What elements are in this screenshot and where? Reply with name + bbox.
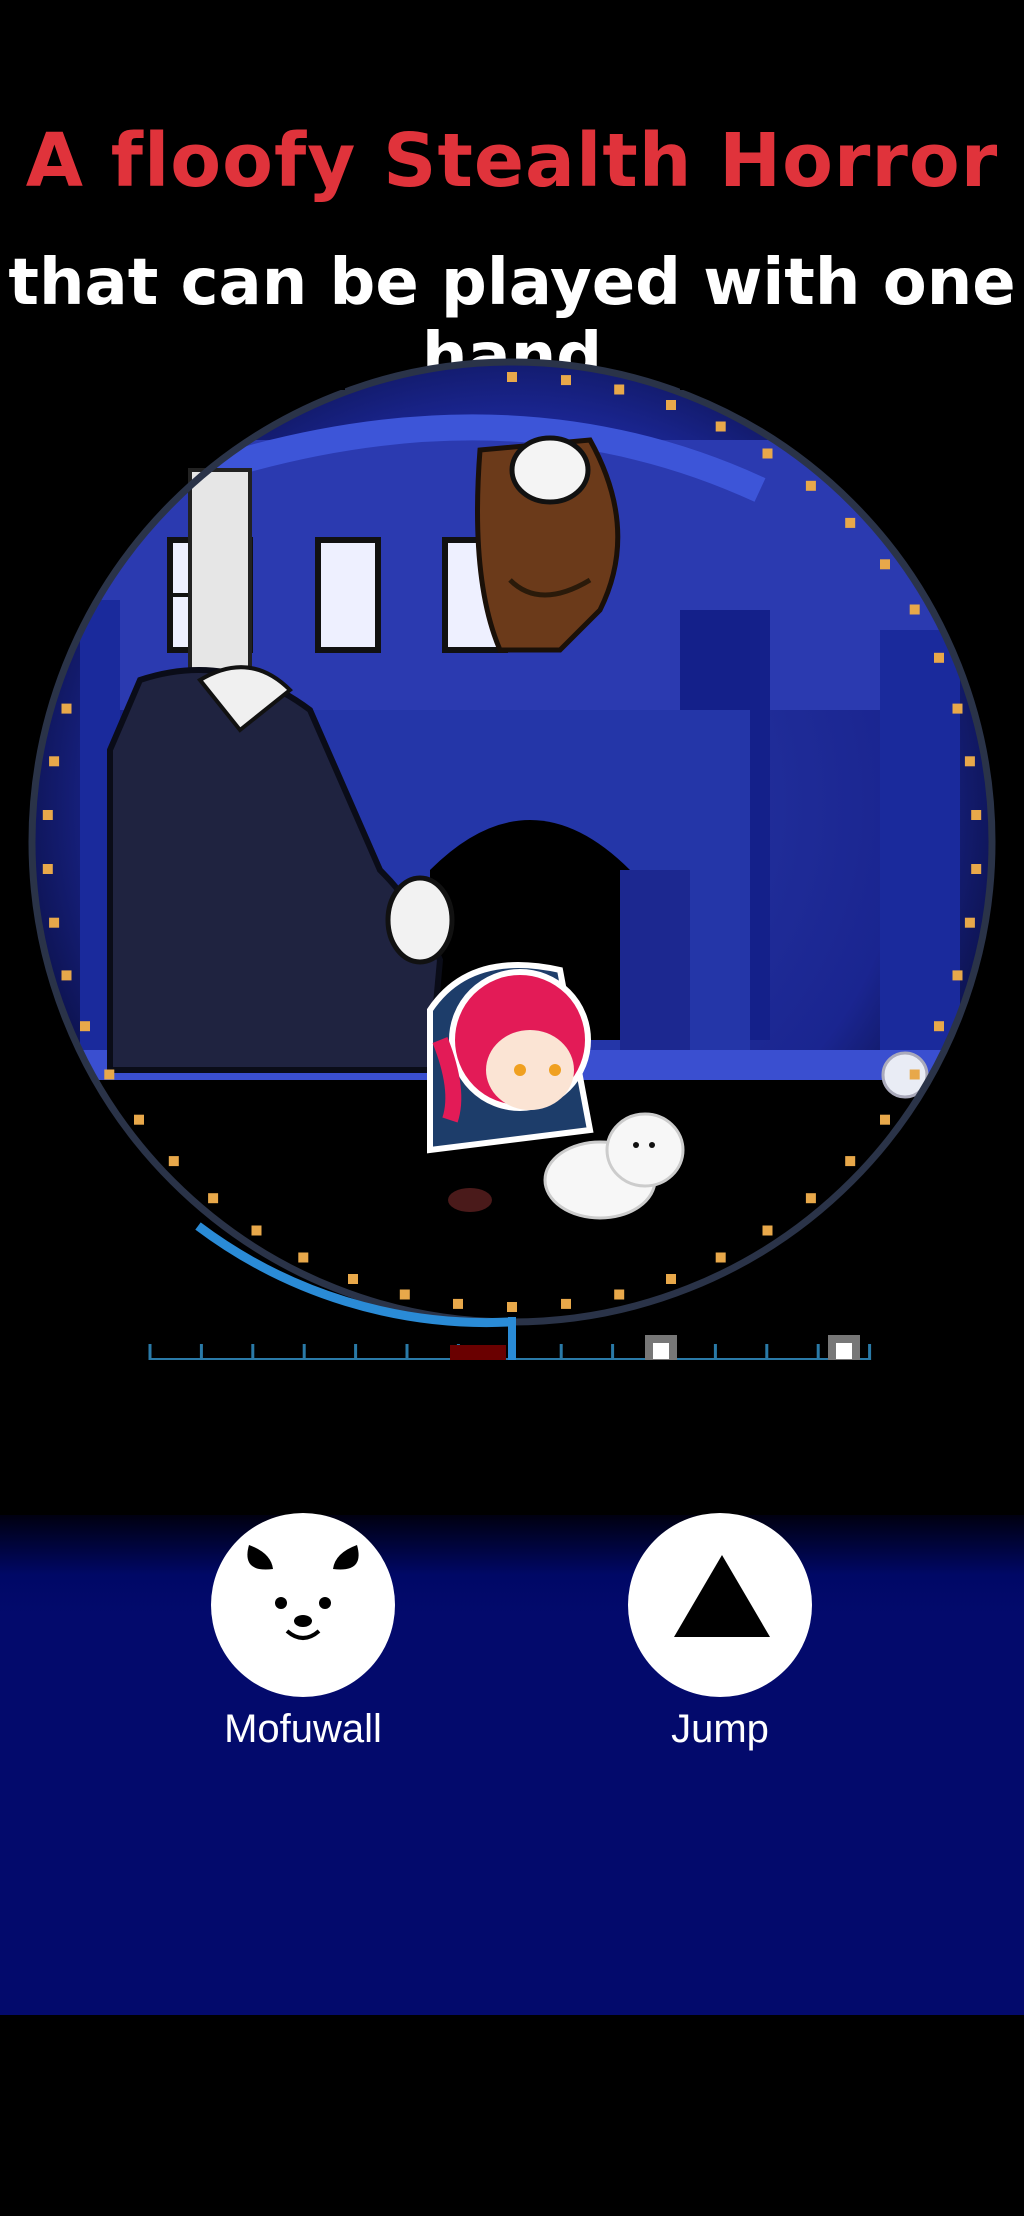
jump-label: Jump <box>671 1707 769 1751</box>
stealth-dot <box>49 756 60 767</box>
stealth-dot <box>952 703 963 714</box>
stealth-dot <box>104 1069 115 1080</box>
stealth-dot <box>42 810 53 820</box>
triangle-up-icon <box>674 1555 770 1637</box>
stealth-dot <box>61 970 72 981</box>
control-panel <box>0 1515 1024 2015</box>
stealth-dot <box>208 1193 219 1204</box>
stealth-dot <box>909 604 920 615</box>
stealth-dot <box>80 1021 90 1032</box>
stealth-dot <box>666 400 676 410</box>
stealth-dot <box>507 372 517 382</box>
ring-marker-top-right <box>680 376 690 390</box>
stealth-dot <box>168 1156 179 1167</box>
stealth-dot <box>964 756 975 767</box>
stealth-dot <box>251 1225 262 1236</box>
stealth-dot <box>880 1114 890 1125</box>
ring-marker-top <box>335 376 345 390</box>
stealth-dot <box>399 1289 410 1300</box>
stealth-dot <box>507 1302 517 1312</box>
stealth-dot <box>561 1298 571 1309</box>
stealth-dot <box>614 384 625 395</box>
mofuwall-button[interactable]: Mofuwall <box>211 1513 395 1752</box>
timeline-bar <box>148 1317 872 1360</box>
stealth-dot <box>614 1289 625 1300</box>
stealth-dot <box>880 559 890 570</box>
stealth-dot <box>715 421 726 432</box>
stealth-dot <box>971 810 982 820</box>
stealth-dot <box>805 480 816 491</box>
stealth-dot <box>42 864 53 874</box>
stealth-dot <box>934 1021 944 1032</box>
stealth-dot <box>909 1069 920 1080</box>
stealth-dot <box>971 864 982 874</box>
stealth-dot <box>805 1193 816 1204</box>
jump-button[interactable]: Jump <box>628 1513 812 1752</box>
stealth-dot <box>298 1252 309 1263</box>
stealth-dot <box>762 1225 773 1236</box>
stealth-dot <box>845 1156 856 1167</box>
game-scene <box>28 358 996 1360</box>
stealth-dot <box>715 1252 726 1263</box>
stealth-dot <box>934 652 944 663</box>
stealth-dot <box>348 1274 358 1284</box>
dog-face-icon <box>211 1513 395 1697</box>
stealth-dot <box>561 375 571 386</box>
stealth-dot <box>666 1274 676 1284</box>
stealth-dot <box>49 917 60 928</box>
stealth-dot <box>134 1114 144 1125</box>
stealth-dot <box>952 970 963 981</box>
stealth-dot <box>964 917 975 928</box>
game-title: A floofy Stealth Horror <box>25 118 999 204</box>
timeline-danger-marker <box>450 1345 506 1360</box>
stealth-dot <box>845 517 856 528</box>
stealth-dot <box>453 1298 463 1309</box>
stealth-dot <box>762 448 773 459</box>
mofuwall-label: Mofuwall <box>224 1707 382 1751</box>
stealth-dot <box>61 703 72 714</box>
